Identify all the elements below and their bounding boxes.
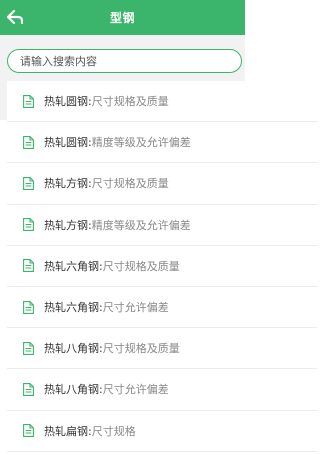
back-button[interactable]	[4, 6, 26, 28]
list-item-text: 热轧方钢:尺寸规格及质量	[44, 175, 169, 191]
search-placeholder: 请输入搜索内容	[20, 55, 97, 68]
document-icon	[23, 177, 34, 190]
document-icon	[23, 341, 34, 355]
document-icon	[23, 424, 34, 438]
search-input[interactable]: 请输入搜索内容	[7, 49, 242, 73]
item-name: 热轧八角钢	[44, 383, 99, 397]
item-description: 精度等级及允许偏差	[91, 218, 191, 232]
item-description: 尺寸规格及质量	[91, 95, 169, 109]
item-description: 尺寸规格及质量	[91, 177, 169, 191]
item-name: 热轧六角钢	[44, 259, 99, 273]
item-name: 热轧圆钢	[44, 136, 88, 150]
list-item[interactable]: 热轧圆钢:尺寸规格及质量	[7, 81, 317, 123]
item-description: 尺寸规格及质量	[102, 259, 180, 273]
list-item-text: 热轧方钢:精度等级及允许偏差	[44, 217, 191, 233]
item-description: 尺寸规格及质量	[102, 342, 180, 356]
document-icon	[23, 382, 34, 396]
list-item-text: 热轧六角钢:尺寸允许偏差	[44, 299, 169, 315]
item-description: 尺寸允许偏差	[102, 301, 169, 315]
list-item[interactable]: 热轧扁钢:尺寸规格	[7, 411, 317, 452]
item-description: 尺寸规格	[91, 424, 136, 438]
document-icon	[23, 218, 34, 232]
document-icon	[23, 259, 34, 273]
list-item-text: 热轧圆钢:尺寸规格及质量	[44, 93, 169, 109]
item-name: 热轧六角钢	[44, 301, 99, 315]
item-list: 热轧圆钢:尺寸规格及质量 热轧圆钢:精度等级及允许偏差 热轧方钢:尺寸规格及质量…	[7, 81, 317, 452]
back-arrow-icon	[7, 10, 23, 24]
list-item[interactable]: 热轧八角钢:尺寸允许偏差	[7, 369, 317, 411]
list-item-text: 热轧八角钢:尺寸规格及质量	[44, 340, 180, 356]
list-item[interactable]: 热轧方钢:尺寸规格及质量	[7, 163, 317, 205]
item-name: 热轧方钢	[44, 177, 88, 191]
list-item[interactable]: 热轧六角钢:尺寸规格及质量	[7, 246, 317, 287]
top-bar: 型钢	[0, 0, 245, 35]
list-item[interactable]: 热轧六角钢:尺寸允许偏差	[7, 287, 317, 329]
item-name: 热轧方钢	[44, 218, 88, 232]
list-item-text: 热轧八角钢:尺寸允许偏差	[44, 381, 169, 397]
list-item-text: 热轧圆钢:精度等级及允许偏差	[44, 134, 191, 150]
list-item[interactable]: 热轧方钢:精度等级及允许偏差	[7, 205, 317, 246]
document-icon	[23, 135, 34, 149]
list-item-text: 热轧扁钢:尺寸规格	[44, 423, 136, 439]
list-item[interactable]: 热轧八角钢:尺寸规格及质量	[7, 328, 317, 370]
list-item[interactable]: 热轧圆钢:精度等级及允许偏差	[7, 122, 317, 164]
document-icon	[23, 94, 34, 108]
item-name: 热轧八角钢	[44, 342, 99, 356]
item-description: 尺寸允许偏差	[102, 383, 169, 397]
list-item-text: 热轧六角钢:尺寸规格及质量	[44, 258, 180, 274]
item-name: 热轧扁钢	[44, 424, 88, 438]
item-description: 精度等级及允许偏差	[91, 136, 191, 150]
page-title: 型钢	[109, 11, 135, 25]
item-name: 热轧圆钢	[44, 95, 88, 109]
document-icon	[23, 300, 34, 314]
